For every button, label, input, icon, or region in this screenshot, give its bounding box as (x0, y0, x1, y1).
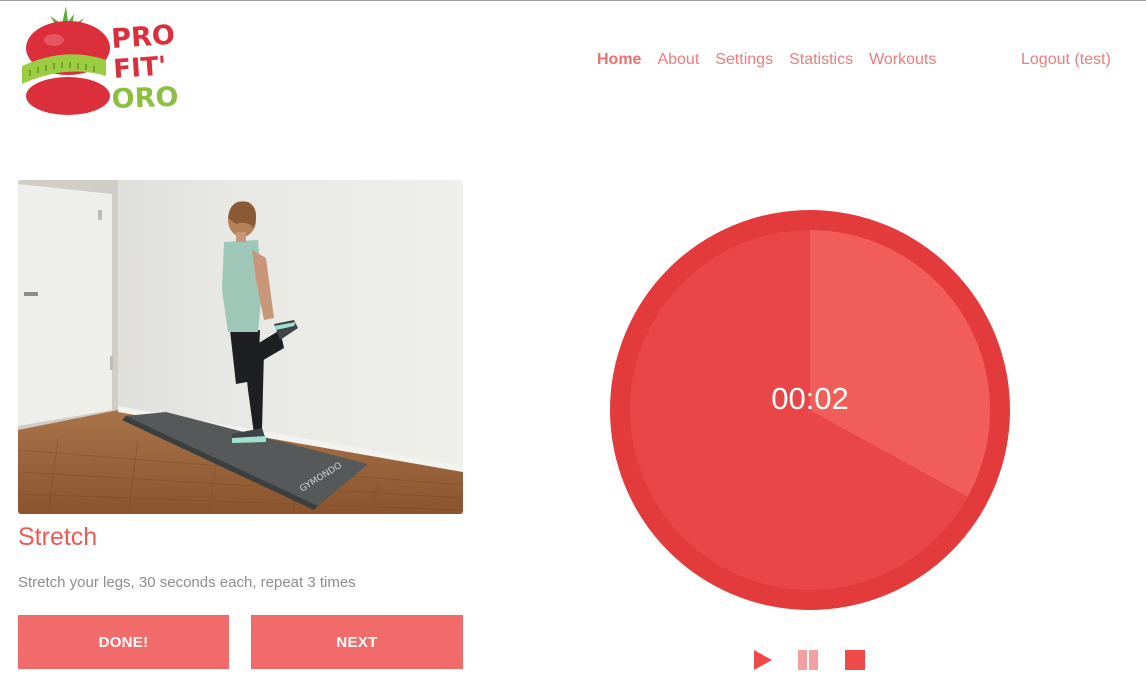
logout-link[interactable]: Logout (test) (1021, 50, 1111, 70)
nav-workouts[interactable]: Workouts (869, 50, 936, 70)
next-button[interactable]: NEXT (251, 615, 463, 669)
nav-about[interactable]: About (657, 50, 699, 70)
play-icon[interactable] (752, 648, 774, 672)
exercise-title: Stretch (18, 523, 98, 551)
done-button[interactable]: DONE! (18, 615, 229, 669)
profitoro-logo[interactable]: PRO FIT' ORO (18, 4, 188, 118)
logo-text-line2: FIT' (112, 51, 167, 85)
nav-statistics[interactable]: Statistics (789, 50, 853, 70)
nav-settings[interactable]: Settings (715, 50, 773, 70)
stop-icon[interactable] (844, 648, 866, 672)
timer-display: 00:02 (771, 381, 849, 416)
top-border (0, 0, 1146, 1)
main-nav: Home About Settings Statistics Workouts (597, 50, 952, 70)
pause-icon[interactable] (796, 648, 820, 672)
logo-text-line1: PRO (110, 20, 176, 55)
logo-text-line3: ORO (111, 82, 179, 115)
nav-home[interactable]: Home (597, 50, 641, 70)
timer-controls (752, 648, 872, 672)
exercise-description: Stretch your legs, 30 seconds each, repe… (18, 574, 356, 591)
exercise-image: GYMONDO (18, 180, 463, 514)
